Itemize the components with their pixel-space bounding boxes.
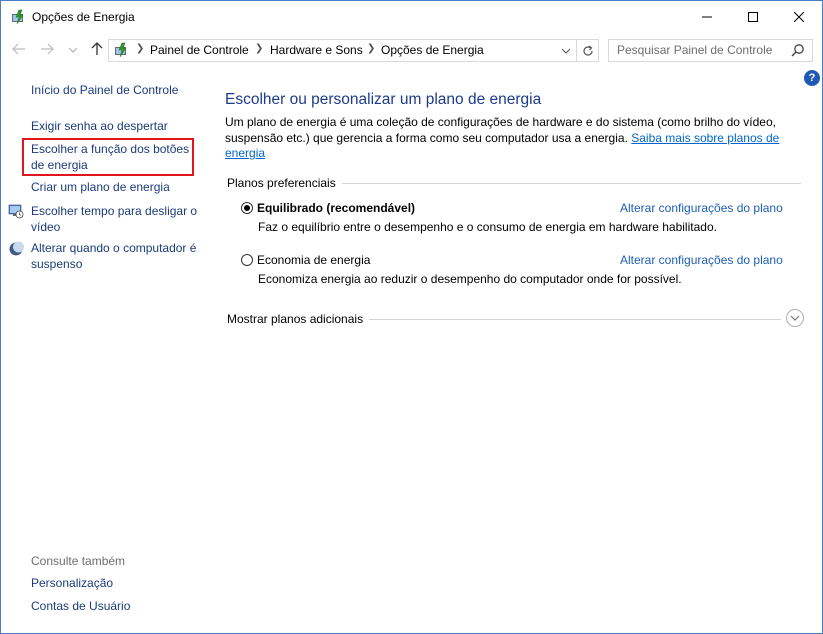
sidebar-item-require-password[interactable]: Exigir senha ao despertar bbox=[31, 119, 168, 135]
title-bar: Opções de Energia bbox=[1, 1, 822, 32]
plan-power-saver-description: Economiza energia ao reduzir o desempenh… bbox=[258, 272, 682, 286]
breadcrumb-separator-icon: ❯ bbox=[367, 43, 376, 54]
close-icon bbox=[794, 11, 804, 22]
search-icon[interactable] bbox=[791, 43, 805, 57]
address-history-button[interactable] bbox=[557, 40, 575, 61]
show-more-plans[interactable]: Mostrar planos adicionais bbox=[227, 312, 370, 326]
forward-button[interactable] bbox=[39, 41, 55, 57]
maximize-icon bbox=[748, 11, 758, 22]
address-bar[interactable]: ❯ Painel de Controle ❯ Hardware e Sons ❯… bbox=[108, 39, 577, 62]
monitor-clock-icon bbox=[8, 203, 24, 219]
plan-balanced-description: Faz o equilíbrio entre o desempenho e o … bbox=[258, 220, 717, 234]
sidebar-item-control-panel-home[interactable]: Início do Painel de Controle bbox=[31, 83, 178, 99]
refresh-icon bbox=[582, 45, 593, 56]
sidebar-item-display-off-time[interactable]: Escolher tempo para desligar o vídeo bbox=[31, 204, 199, 235]
sidebar-item-power-buttons[interactable]: Escolher a função dos botões de energia bbox=[31, 142, 199, 173]
plan-power-saver-radio[interactable] bbox=[241, 254, 253, 266]
search-input[interactable] bbox=[609, 40, 792, 59]
minimize-icon bbox=[702, 16, 712, 17]
power-options-app-icon bbox=[10, 9, 26, 25]
moon-icon bbox=[8, 241, 24, 257]
sidebar-item-sleep-settings[interactable]: Alterar quando o computador é suspenso bbox=[31, 241, 199, 272]
chevron-down-icon bbox=[790, 315, 800, 321]
breadcrumb-power-options[interactable]: Opções de Energia bbox=[381, 43, 484, 57]
back-button[interactable] bbox=[11, 41, 27, 57]
recent-locations-button[interactable] bbox=[65, 42, 81, 58]
navigation-bar: ❯ Painel de Controle ❯ Hardware e Sons ❯… bbox=[1, 32, 822, 67]
arrow-up-icon bbox=[91, 42, 103, 55]
see-also-heading: Consulte também bbox=[31, 554, 126, 568]
chevron-down-icon bbox=[69, 47, 77, 53]
minimize-button[interactable] bbox=[684, 1, 730, 32]
plan-power-saver-change-link[interactable]: Alterar configurações do plano bbox=[620, 253, 783, 267]
maximize-button[interactable] bbox=[730, 1, 776, 32]
search-box bbox=[608, 39, 813, 62]
plan-power-saver-name[interactable]: Economia de energia bbox=[257, 253, 370, 267]
up-button[interactable] bbox=[89, 41, 105, 57]
see-also-user-accounts[interactable]: Contas de Usuário bbox=[31, 599, 130, 615]
refresh-button[interactable] bbox=[576, 39, 599, 62]
chevron-down-icon bbox=[562, 48, 570, 54]
plan-balanced-radio[interactable] bbox=[241, 202, 253, 214]
control-panel-icon bbox=[113, 42, 129, 58]
help-button[interactable]: ? bbox=[804, 70, 820, 86]
breadcrumb-control-panel[interactable]: Painel de Controle bbox=[150, 43, 249, 57]
breadcrumb-separator-icon: ❯ bbox=[136, 43, 145, 54]
plan-balanced-change-link[interactable]: Alterar configurações do plano bbox=[620, 201, 783, 215]
page-description: Um plano de energia é uma coleção de con… bbox=[225, 115, 785, 162]
page-title: Escolher ou personalizar um plano de ene… bbox=[225, 91, 542, 108]
close-button[interactable] bbox=[776, 1, 822, 32]
preferred-plans-heading: Planos preferenciais bbox=[227, 176, 342, 190]
see-also-personalization[interactable]: Personalização bbox=[31, 576, 113, 592]
arrow-left-icon bbox=[12, 43, 25, 55]
question-mark-icon: ? bbox=[808, 72, 816, 84]
window-title: Opções de Energia bbox=[32, 10, 135, 24]
arrow-right-icon bbox=[41, 43, 54, 55]
sidebar-item-create-plan[interactable]: Criar um plano de energia bbox=[31, 180, 170, 196]
expand-button[interactable] bbox=[786, 309, 804, 327]
power-options-window: Opções de Energia ❯ Painel de Controle ❯… bbox=[0, 0, 823, 634]
plan-balanced-name[interactable]: Equilibrado (recomendável) bbox=[257, 201, 415, 215]
breadcrumb-hardware-sound[interactable]: Hardware e Sons bbox=[270, 43, 363, 57]
breadcrumb-separator-icon: ❯ bbox=[255, 43, 264, 54]
